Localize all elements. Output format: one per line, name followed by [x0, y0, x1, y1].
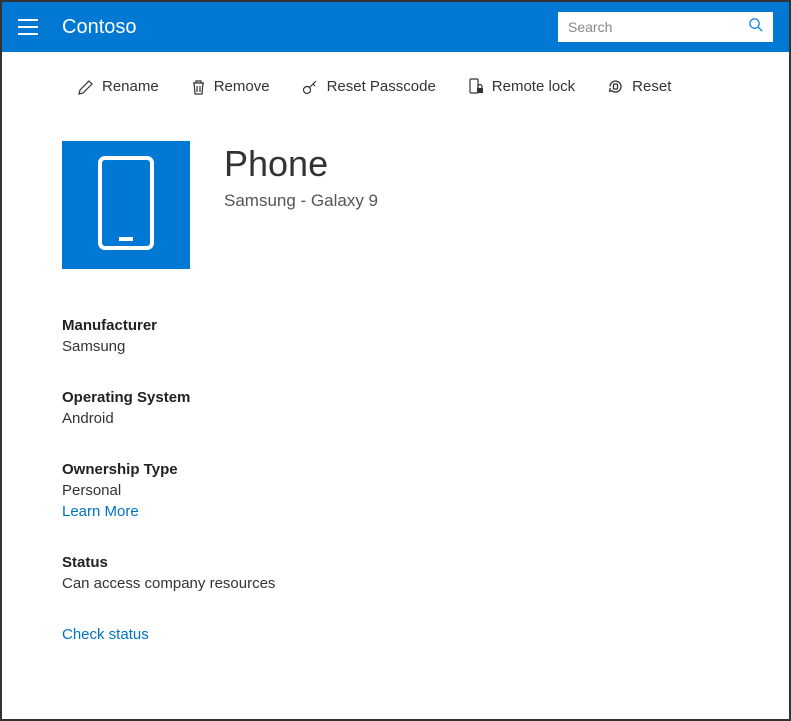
search-container	[558, 12, 773, 42]
device-tile	[62, 141, 190, 269]
reset-icon	[607, 78, 624, 95]
ownership-type-block: Ownership Type Personal Learn More	[62, 461, 789, 520]
device-heading: Phone Samsung - Galaxy 9	[224, 141, 378, 211]
operating-system-block: Operating System Android	[62, 389, 789, 427]
key-icon	[302, 78, 319, 95]
device-subtitle: Samsung - Galaxy 9	[224, 191, 378, 211]
device-details: Manufacturer Samsung Operating System An…	[2, 269, 789, 644]
ownership-type-value: Personal	[62, 482, 789, 499]
hamburger-menu-icon[interactable]	[18, 15, 42, 39]
app-header: Contoso	[2, 2, 789, 52]
manufacturer-label: Manufacturer	[62, 317, 789, 334]
remote-lock-label: Remote lock	[492, 78, 575, 95]
ownership-type-label: Ownership Type	[62, 461, 789, 478]
manufacturer-value: Samsung	[62, 338, 789, 355]
status-label: Status	[62, 554, 789, 571]
search-input[interactable]	[558, 12, 773, 42]
manufacturer-block: Manufacturer Samsung	[62, 317, 789, 355]
reset-passcode-button[interactable]: Reset Passcode	[302, 78, 436, 95]
brand-name: Contoso	[62, 16, 137, 39]
action-toolbar: Rename Remove Reset Passcode Remote lock	[2, 52, 789, 121]
trash-icon	[191, 79, 206, 95]
operating-system-value: Android	[62, 410, 789, 427]
pencil-icon	[78, 79, 94, 95]
reset-button[interactable]: Reset	[607, 78, 671, 95]
status-value: Can access company resources	[62, 575, 789, 592]
rename-label: Rename	[102, 78, 159, 95]
remote-lock-button[interactable]: Remote lock	[468, 78, 575, 95]
phone-lock-icon	[468, 78, 484, 95]
operating-system-label: Operating System	[62, 389, 789, 406]
check-status-link[interactable]: Check status	[62, 626, 149, 643]
reset-passcode-label: Reset Passcode	[327, 78, 436, 95]
device-title: Phone	[224, 143, 378, 185]
remove-label: Remove	[214, 78, 270, 95]
remove-button[interactable]: Remove	[191, 78, 270, 95]
reset-label: Reset	[632, 78, 671, 95]
phone-icon	[97, 155, 155, 256]
device-header: Phone Samsung - Galaxy 9	[2, 121, 789, 269]
rename-button[interactable]: Rename	[78, 78, 159, 95]
ownership-learn-more-link[interactable]: Learn More	[62, 503, 789, 520]
status-block: Status Can access company resources	[62, 554, 789, 592]
